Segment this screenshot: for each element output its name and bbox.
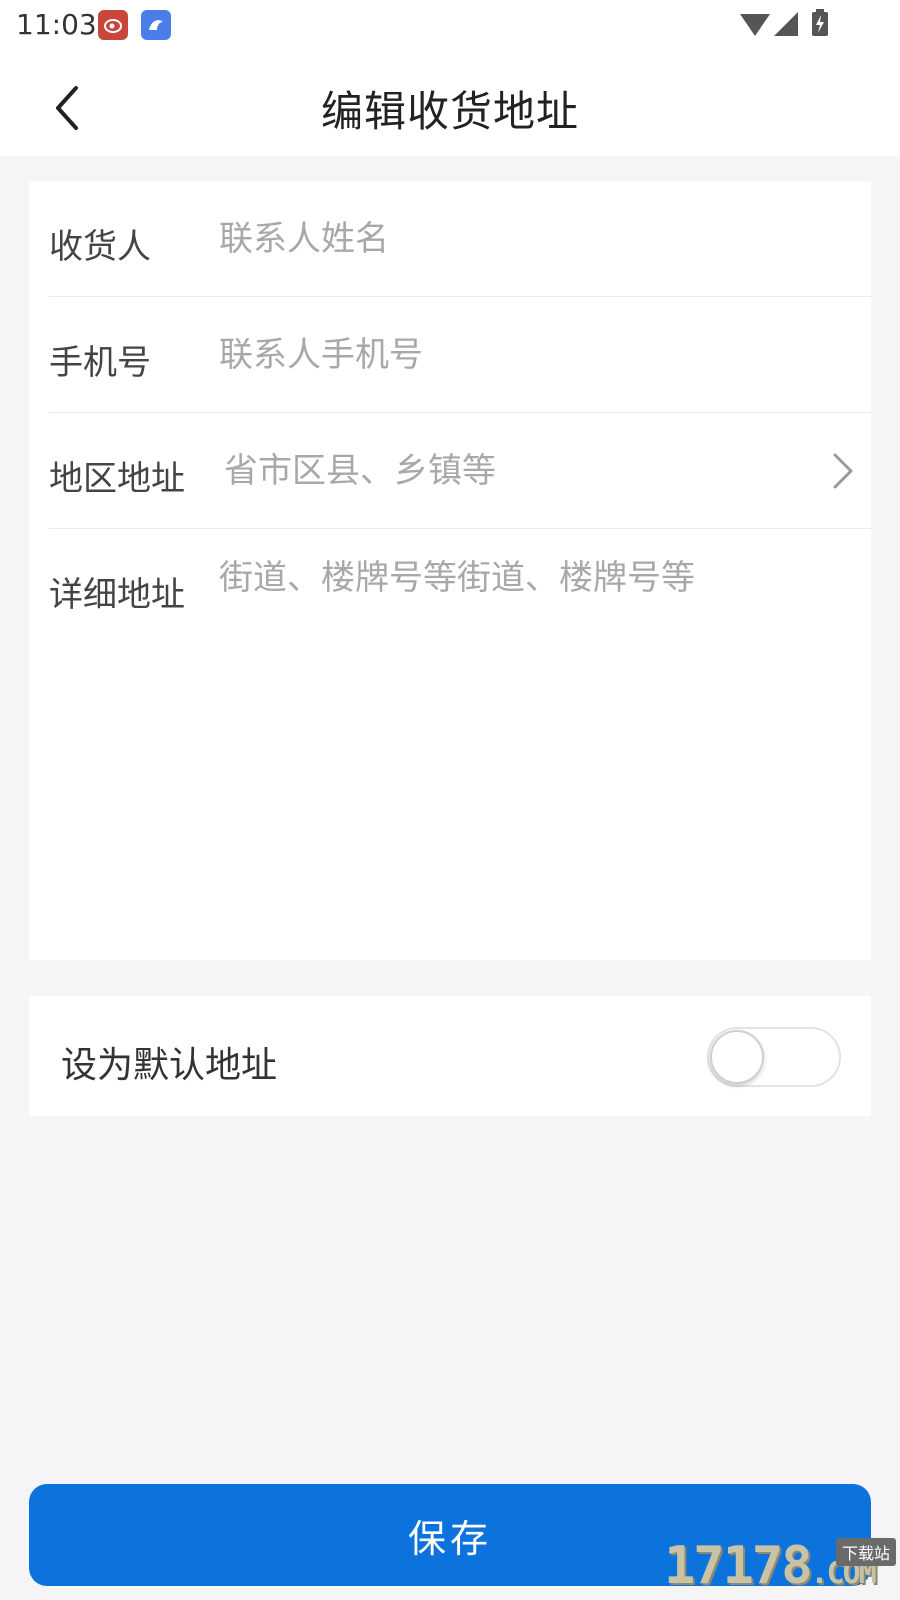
detail-label: 详细地址 bbox=[49, 575, 185, 615]
recipient-input[interactable] bbox=[219, 209, 859, 269]
default-address-label: 设为默认地址 bbox=[61, 1045, 278, 1086]
phone-input[interactable] bbox=[219, 325, 859, 385]
watermark-badge: 下载站 bbox=[835, 1538, 896, 1566]
app-header: 编辑收货地址 bbox=[0, 50, 900, 156]
chevron-right-icon bbox=[833, 453, 853, 489]
recipient-row: 收货人 bbox=[49, 181, 871, 297]
battery-charging-icon bbox=[812, 9, 828, 36]
region-row[interactable]: 地区地址 bbox=[49, 413, 871, 529]
phone-row: 手机号 bbox=[49, 297, 871, 413]
wifi-icon bbox=[740, 14, 770, 36]
address-form: 收货人 手机号 地区地址 详细地址 bbox=[29, 181, 871, 960]
default-address-row: 设为默认地址 bbox=[29, 996, 871, 1116]
watermark: 17178.COM 下载站 bbox=[664, 1536, 900, 1600]
signal-icon bbox=[774, 12, 798, 36]
region-label: 地区地址 bbox=[49, 459, 185, 499]
phone-label: 手机号 bbox=[49, 343, 151, 383]
toggle-knob bbox=[710, 1030, 764, 1084]
detail-address-input[interactable] bbox=[219, 555, 859, 935]
region-input[interactable] bbox=[224, 441, 804, 501]
status-bar: 11:03 bbox=[0, 0, 900, 50]
page-title: 编辑收货地址 bbox=[320, 87, 579, 136]
default-address-toggle[interactable] bbox=[707, 1027, 841, 1087]
detail-row: 详细地址 bbox=[49, 529, 871, 959]
edit-address-screen: 11:03 编辑收货地址 收货人 联系人姓名 手机号 联系人手机号 地区地址 省… bbox=[0, 0, 900, 1600]
recipient-label: 收货人 bbox=[49, 227, 151, 267]
